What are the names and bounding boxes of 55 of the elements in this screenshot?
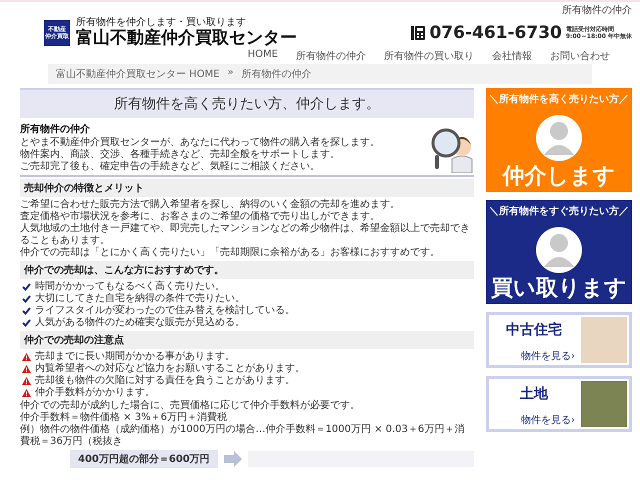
body-text: 物件案内、商談、交渉、各種手続きなど、売却全般をサポートします。 — [20, 149, 341, 160]
promo-caption: ＼所有物件を高く売りたい方／ — [489, 92, 629, 106]
warning-icon — [22, 353, 31, 362]
card-link[interactable]: 物件を見る› — [521, 413, 575, 428]
section-heading: 売却仲介の特徴とメリット — [20, 179, 474, 198]
warning-icon — [22, 365, 31, 374]
body-text: 人気地域の土地付き一戸建てや、即完売したマンションなどの希少物件は、希望金額以上で売却できることもあります。 — [20, 223, 471, 246]
body-text: 例）物件の物件価格（成約価格）が1000万円の場合…仲介手数料＝1000万円 × 0.03＋6万円＋消費税＝36万円（税抜き — [20, 424, 466, 448]
nav-link[interactable]: 所有物件の買い取り — [384, 49, 474, 64]
section-heading: 仲介での売却の注意点 — [20, 331, 474, 350]
body-text: 仲介での売却が成約した場合に、売買価格に応じて仲介手数料が必要です。 — [20, 400, 361, 412]
calculation-box: 400万円超の部分＝600万円 — [70, 450, 218, 468]
phone-number: 076-461-6730 — [429, 22, 562, 43]
page-banner: 所有物件を高く売りたい方、仲介します。 — [20, 88, 474, 118]
nav-link[interactable]: お問い合わせ — [550, 49, 610, 64]
body-text: ご売却完了後も、確定申告の手続きなど、気軽にご相談ください。 — [20, 161, 321, 174]
list-item-text: 時間がかかってもなるべく高く売りたい。 — [35, 281, 225, 292]
breadcrumb-link[interactable]: 所有物件の仲介 — [242, 67, 312, 82]
section-heading: 所有物件の仲介 — [20, 122, 91, 136]
section-heading: 仲介での売却は、こんな方におすすめです。 — [20, 261, 474, 280]
promo-caption: ＼所有物件をすぐ売りたい方／ — [489, 204, 629, 218]
phone-icon — [411, 24, 426, 41]
nav-link[interactable]: 会社情報 — [492, 49, 532, 64]
body-text: 仲介での売却は「とにかく高く売りたい」「売却期限に余裕がある」お客様におすすめです。 — [20, 247, 441, 260]
list-item-text: 売却後も物件の欠陥に対する責任を負うことがあります。 — [35, 375, 295, 386]
property-card[interactable]: 中古住宅 物件を見る› — [486, 312, 632, 368]
promo-headline: 買い取ります — [491, 277, 627, 302]
top-link[interactable]: 所有物件の仲介 — [562, 3, 632, 17]
warning-icon — [22, 389, 31, 398]
list-item-text: ライフスタイルが変わったので住み替えを検討している。 — [35, 305, 295, 316]
breadcrumb-separator: » — [228, 67, 234, 80]
list-item-text: 人気がある物件のため確実な販売が見込める。 — [35, 317, 245, 330]
promo-banner[interactable]: ＼所有物件をすぐ売りたい方／ 買い取ります — [486, 200, 632, 304]
nav-link[interactable]: HOME — [248, 49, 278, 64]
body-text: とやま不動産仲介買取センターが、あなたに代わって物件の購入者を探します。 — [20, 137, 381, 148]
nav-link[interactable]: 所有物件の仲介 — [296, 49, 366, 64]
list-item-text: 仲介手数料がかかります。 — [35, 387, 155, 400]
card-title: 土地 — [520, 385, 548, 404]
promo-headline: 仲介します — [502, 165, 616, 190]
site-title: 富山不動産仲介買取センター — [76, 28, 298, 48]
warning-icon — [22, 377, 31, 386]
list-item-text: 売却までに長い期間がかかる事があります。 — [35, 351, 235, 362]
photo-placeholder — [581, 381, 627, 428]
arrow-icon — [224, 451, 242, 468]
photo-placeholder — [581, 317, 627, 364]
body-text: 仲介手数料＝物件価格 × 3%＋6万円＋消費税 — [20, 412, 228, 424]
list-item-text: 内覧希望者への対応など協力をお願いすることがあります。 — [35, 363, 305, 374]
list-item-text: 大切にしてきた自宅を納得の条件で売りたい。 — [35, 293, 245, 304]
property-card[interactable]: 土地 物件を見る› — [486, 376, 632, 432]
card-title: 中古住宅 — [506, 321, 562, 340]
card-link[interactable]: 物件を見る› — [521, 349, 575, 364]
tagline: 所有物件を仲介します・買い取ります — [76, 17, 247, 28]
breadcrumb-link[interactable]: 富山不動産仲介買取センター HOME — [56, 67, 220, 82]
body-text: ご希望に合わせた販売方法で購入希望者を探し、納得のいく金額の売却を進めます。 — [20, 199, 401, 210]
body-text: 査定価格や市場状況を参考に、お客さまのご希望の価格で売り出しができます。 — [20, 211, 381, 222]
